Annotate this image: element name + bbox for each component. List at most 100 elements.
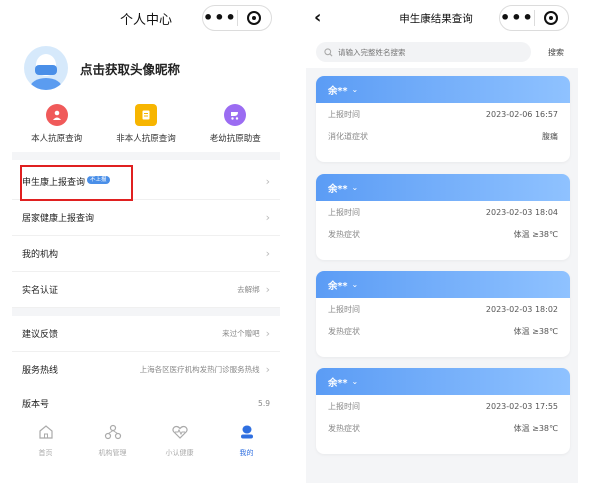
person-name: 余** <box>328 280 348 292</box>
version-number: 5.9 <box>258 399 270 408</box>
menu-item-shenshengkang-report-query[interactable]: 申生康上报查询 不上报 › <box>12 164 280 200</box>
chevron-down-icon[interactable]: ⌄ <box>351 377 358 386</box>
more-icon[interactable]: ••• <box>203 5 237 31</box>
field-label: 发热症状 <box>328 326 360 336</box>
symptom-value: 体温 ≥38℃ <box>513 229 558 239</box>
more-icon[interactable]: ••• <box>500 5 534 31</box>
search-input[interactable] <box>338 47 518 57</box>
person-name: 余** <box>328 85 348 97</box>
shortcut-label: 老幼抗原助查 <box>209 134 261 144</box>
profile-header[interactable]: 点击获取头像昵称 <box>24 46 180 90</box>
person-name: 余** <box>328 377 348 389</box>
stroller-icon <box>224 104 247 126</box>
tab-label: 我的 <box>239 449 254 457</box>
report-time: 2023-02-06 16:57 <box>485 109 558 119</box>
chevron-right-icon: › <box>265 175 270 188</box>
profile-screen: 个人中心 ••• 点击获取头像昵称 本人抗原查询 非本人抗原查询 老幼抗原助查 … <box>12 0 280 483</box>
document-icon <box>134 104 157 126</box>
menu-item-label: 实名认证 <box>22 286 59 296</box>
field-label: 上报时间 <box>328 304 360 314</box>
report-card[interactable]: 余** ⌄ 上报时间 2023-02-03 18:04 发热症状 体温 ≥38℃ <box>316 174 570 260</box>
menu-item-label: 建议反馈 <box>22 330 59 340</box>
shortcut-self-antigen[interactable]: 本人抗原查询 <box>17 104 97 144</box>
tab-label: 机构管理 <box>98 449 127 457</box>
card-header[interactable]: 余** ⌄ <box>316 76 570 103</box>
navigation-bar: ‹ 申生康结果查询 ••• <box>306 0 578 38</box>
menu-item-label: 版本号 <box>22 400 50 410</box>
tab-institution-management[interactable]: 机构管理 <box>79 418 146 462</box>
section-divider <box>12 308 280 316</box>
org-icon <box>104 424 121 440</box>
shortcut-elderly-child-antigen[interactable]: 老幼抗原助查 <box>195 104 275 144</box>
field-label: 发热症状 <box>328 423 360 433</box>
chevron-down-icon[interactable]: ⌄ <box>351 183 358 192</box>
chevron-down-icon[interactable]: ⌄ <box>351 85 358 94</box>
card-header[interactable]: 余** ⌄ <box>316 271 570 298</box>
tab-mine[interactable]: 我的 <box>213 418 280 462</box>
close-mini-program-icon[interactable] <box>238 11 271 25</box>
menu-item-value: 去解绑 <box>237 285 260 294</box>
chevron-right-icon: › <box>265 327 270 340</box>
menu-item-home-health-report-query[interactable]: 居家健康上报查询 › <box>12 200 280 236</box>
symptom-value: 体温 ≥38℃ <box>513 326 558 336</box>
symptom-row: 发热症状 体温 ≥38℃ <box>316 223 570 245</box>
avatar[interactable] <box>24 46 68 90</box>
symptom-row: 发热症状 体温 ≥38℃ <box>316 320 570 342</box>
tab-health[interactable]: 小认健康 <box>146 418 213 462</box>
menu-item-value: 来过个赠吧 <box>222 329 260 338</box>
profile-nickname-prompt[interactable]: 点击获取头像昵称 <box>80 59 180 78</box>
report-time: 2023-02-03 18:02 <box>485 304 558 314</box>
report-time: 2023-02-03 18:04 <box>485 207 558 217</box>
mini-program-capsule[interactable]: ••• <box>499 5 569 31</box>
card-header[interactable]: 余** ⌄ <box>316 368 570 395</box>
chevron-right-icon: › <box>265 283 270 296</box>
section-divider <box>12 152 280 160</box>
symptom-value: 腹痛 <box>542 131 558 141</box>
tab-home[interactable]: 首页 <box>12 418 79 462</box>
report-card[interactable]: 余** ⌄ 上报时间 2023-02-06 16:57 消化道症状 腹痛 <box>316 76 570 162</box>
search-bar: 搜索 <box>306 38 578 68</box>
field-label: 上报时间 <box>328 207 360 217</box>
report-results-screen: ‹ 申生康结果查询 ••• 搜索 余** ⌄ 上报时间 2023-02-06 1… <box>306 0 578 483</box>
menu-item-label: 居家健康上报查询 <box>22 214 95 224</box>
tab-label: 小认健康 <box>165 449 194 457</box>
symptom-value: 体温 ≥38℃ <box>513 423 558 433</box>
search-field[interactable] <box>316 42 531 62</box>
home-icon <box>38 425 53 439</box>
close-mini-program-icon[interactable] <box>535 11 568 25</box>
person-name: 余** <box>328 183 348 195</box>
profile-icon <box>240 425 253 439</box>
menu-item-label: 我的机构 <box>22 250 59 260</box>
symptom-row: 发热症状 体温 ≥38℃ <box>316 417 570 439</box>
shortcut-other-antigen[interactable]: 非本人抗原查询 <box>106 104 186 144</box>
field-label: 上报时间 <box>328 401 360 411</box>
chevron-right-icon: › <box>265 247 270 260</box>
menu-item-service-hotline[interactable]: 服务热线 上海各区医疗机构发热门诊服务热线 › <box>12 352 280 388</box>
field-label: 发热症状 <box>328 229 360 239</box>
report-card[interactable]: 余** ⌄ 上报时间 2023-02-03 17:55 发热症状 体温 ≥38℃ <box>316 368 570 454</box>
menu-item-version: 版本号 5.9 <box>12 386 280 422</box>
search-button[interactable]: 搜索 <box>548 47 564 58</box>
menu-item-label: 申生康上报查询 <box>22 178 86 188</box>
shortcut-label: 本人抗原查询 <box>31 134 83 144</box>
card-header[interactable]: 余** ⌄ <box>316 174 570 201</box>
report-time-row: 上报时间 2023-02-06 16:57 <box>316 103 570 125</box>
report-card[interactable]: 余** ⌄ 上报时间 2023-02-03 18:02 发热症状 体温 ≥38℃ <box>316 271 570 357</box>
menu-item-value: 上海各区医疗机构发热门诊服务热线 <box>139 365 260 374</box>
menu-item-label: 服务热线 <box>22 366 59 376</box>
tab-label: 首页 <box>38 449 53 457</box>
mini-program-capsule[interactable]: ••• <box>202 5 272 31</box>
menu-item-feedback[interactable]: 建议反馈 来过个赠吧 › <box>12 316 280 352</box>
menu-item-my-institution[interactable]: 我的机构 › <box>12 236 280 272</box>
report-time-row: 上报时间 2023-02-03 18:02 <box>316 298 570 320</box>
menu-item-real-name-auth[interactable]: 实名认证 去解绑 › <box>12 272 280 308</box>
field-label: 消化道症状 <box>328 131 368 141</box>
shortcut-grid: 本人抗原查询 非本人抗原查询 老幼抗原助查 <box>12 104 280 144</box>
chevron-down-icon[interactable]: ⌄ <box>351 280 358 289</box>
shortcut-label: 非本人抗原查询 <box>116 134 176 144</box>
field-label: 上报时间 <box>328 109 360 119</box>
report-time-row: 上报时间 2023-02-03 17:55 <box>316 395 570 417</box>
symptom-row: 消化道症状 腹痛 <box>316 125 570 147</box>
chevron-right-icon: › <box>265 211 270 224</box>
user-icon <box>45 104 68 126</box>
